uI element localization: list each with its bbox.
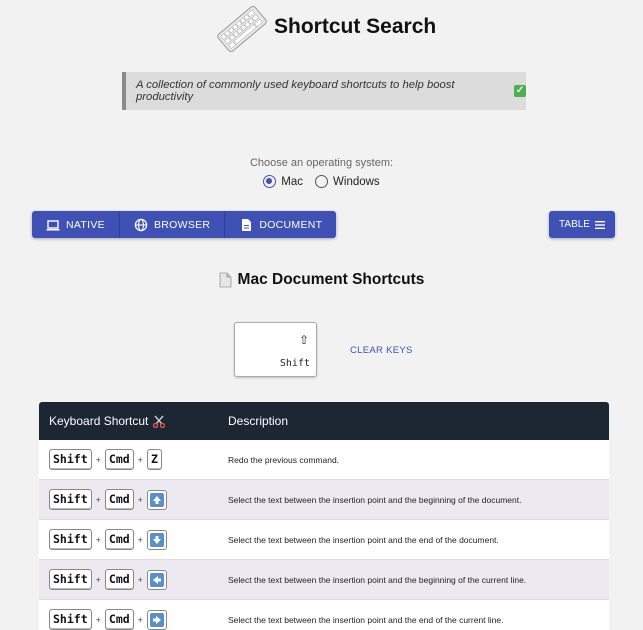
shortcut-keys: Shift + Cmd + Z — [39, 449, 218, 470]
category-button-group: NATIVE BROWSER DOCUMENT — [32, 211, 337, 238]
os-radio-group: Mac Windows — [0, 175, 643, 188]
table-row: Shift + Cmd + Select the text between th… — [39, 600, 609, 630]
key-z: Z — [146, 449, 162, 470]
plus-sign: + — [95, 494, 101, 505]
shift-symbol: ⇧ — [298, 333, 309, 347]
plus-sign: + — [95, 614, 101, 625]
clear-keys-button[interactable]: CLEAR KEYS — [350, 345, 413, 356]
plus-sign: + — [95, 534, 101, 545]
radio-windows[interactable] — [315, 175, 329, 188]
key-shift: Shift — [49, 489, 92, 510]
key-cmd: Cmd — [104, 489, 134, 510]
os-selector-label: Choose an operating system: — [249, 157, 394, 169]
shortcut-keys: Shift + Cmd + — [39, 569, 218, 590]
plus-sign: + — [137, 574, 143, 585]
section-title: Mac Document Shortcuts — [237, 271, 425, 288]
radio-mac[interactable] — [263, 175, 277, 188]
shortcut-keys: Shift + Cmd + — [39, 609, 218, 630]
shortcut-description: Select the text between the insertion po… — [228, 534, 499, 545]
plus-sign: + — [137, 534, 143, 545]
intro-blockquote: A collection of commonly used keyboard s… — [122, 72, 526, 110]
right-arrow-icon — [149, 612, 164, 627]
os-option-windows[interactable]: Windows — [315, 175, 380, 188]
key-left-arrow — [146, 569, 167, 590]
shortcut-keys: Shift + Cmd + — [39, 489, 218, 510]
selected-key-label: Shift — [279, 358, 310, 369]
key-cmd: Cmd — [104, 609, 134, 630]
document-button-label: DOCUMENT — [259, 218, 323, 231]
up-arrow-icon — [149, 492, 164, 507]
plus-sign: + — [95, 574, 101, 585]
page-icon — [219, 272, 231, 288]
key-down-arrow — [146, 529, 167, 550]
intro-text: A collection of commonly used keyboard s… — [136, 79, 455, 103]
browser-button[interactable]: BROWSER — [120, 211, 226, 238]
key-cmd: Cmd — [104, 569, 134, 590]
check-mark-icon: ✓ — [514, 85, 526, 97]
table-view-button[interactable]: TABLE — [549, 211, 615, 238]
shortcut-description: Select the text between the insertion po… — [228, 614, 504, 625]
globe-icon — [134, 218, 148, 231]
section-heading: Mac Document Shortcuts — [0, 271, 643, 289]
down-arrow-icon — [149, 532, 164, 547]
selected-key-shift[interactable]: ⇧ Shift — [234, 322, 317, 377]
radio-label-mac: Mac — [281, 175, 304, 188]
native-button[interactable]: NATIVE — [32, 211, 120, 238]
header-keyboard-shortcut: Keyboard Shortcut — [39, 414, 218, 428]
key-cmd: Cmd — [104, 529, 134, 550]
keyboard-icon — [217, 5, 267, 53]
key-right-arrow — [146, 609, 167, 630]
shortcut-description: Select the text between the insertion po… — [228, 574, 527, 585]
document-button[interactable]: DOCUMENT — [225, 211, 336, 238]
left-arrow-icon — [149, 572, 164, 587]
plus-sign: + — [137, 614, 143, 625]
shortcuts-table: Keyboard Shortcut Description Shift + Cm… — [39, 402, 609, 630]
key-shift: Shift — [49, 609, 92, 630]
plus-sign: + — [137, 454, 143, 465]
header-label-shortcut: Keyboard Shortcut — [49, 414, 149, 428]
key-cmd: Cmd — [104, 449, 134, 470]
key-shift: Shift — [49, 449, 92, 470]
radio-label-windows: Windows — [333, 175, 380, 188]
table-row: Shift + Cmd + Select the text between th… — [39, 520, 609, 560]
table-row: Shift + Cmd + Select the text between th… — [39, 560, 609, 600]
key-shift: Shift — [49, 569, 92, 590]
plus-sign: + — [137, 494, 143, 505]
table-row: Shift + Cmd + Select the text between th… — [39, 480, 609, 520]
shortcut-description: Redo the previous command. — [228, 454, 340, 465]
plus-sign: + — [95, 454, 101, 465]
list-icon — [594, 220, 605, 229]
shortcut-keys: Shift + Cmd + — [39, 529, 218, 550]
table-button-label: TABLE — [559, 219, 590, 230]
page-title: Shortcut Search — [274, 15, 437, 38]
header-description: Description — [228, 414, 289, 428]
scissors-icon — [153, 415, 166, 428]
header: Shortcut Search — [0, 0, 643, 62]
os-option-mac[interactable]: Mac — [263, 175, 303, 188]
key-up-arrow — [146, 489, 167, 510]
table-header: Keyboard Shortcut Description — [39, 402, 609, 440]
key-shift: Shift — [49, 529, 92, 550]
laptop-icon — [46, 219, 60, 230]
table-row: Shift + Cmd + Z Redo the previous comman… — [39, 440, 609, 480]
shortcut-description: Select the text between the insertion po… — [228, 494, 522, 505]
document-icon — [242, 218, 252, 231]
native-button-label: NATIVE — [66, 218, 105, 231]
browser-button-label: BROWSER — [153, 218, 211, 231]
